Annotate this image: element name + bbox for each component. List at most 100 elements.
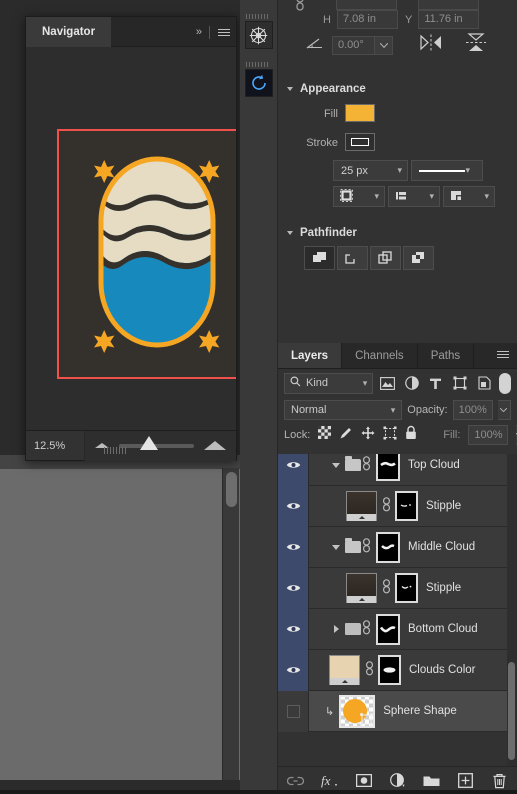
tab-channels[interactable]: Channels	[342, 343, 418, 368]
chevron-down-icon[interactable]	[287, 231, 293, 235]
navigator-preview[interactable]	[26, 47, 236, 430]
tab-paths[interactable]: Paths	[418, 343, 475, 368]
table-row[interactable]: Clouds Color	[278, 649, 517, 691]
table-row[interactable]: ↳ Sphere Shape	[278, 690, 517, 732]
layer-visibility-toggle[interactable]	[278, 608, 309, 650]
stroke-color-swatch[interactable]	[345, 133, 375, 151]
flip-vertical-icon[interactable]	[464, 32, 488, 58]
table-row[interactable]: Middle Cloud	[278, 526, 517, 568]
stroke-align-select[interactable]: ▾	[333, 186, 385, 207]
table-row[interactable]: Stipple	[278, 485, 517, 527]
angle-dropdown-icon[interactable]	[375, 36, 393, 55]
document-scroll-thumb[interactable]	[226, 472, 237, 507]
delete-layer-icon[interactable]	[491, 772, 509, 790]
angle-field[interactable]: 0.00°	[332, 36, 375, 55]
stroke-corner-select[interactable]: ▾	[443, 186, 495, 207]
opacity-stepper-icon[interactable]	[497, 400, 511, 420]
link-chain-icon[interactable]	[361, 538, 371, 556]
layer-mask-thumbnail[interactable]	[378, 655, 401, 685]
new-adjustment-layer-icon[interactable]	[389, 772, 407, 790]
fill-color-swatch[interactable]	[345, 104, 375, 122]
stroke-style-select[interactable]: ▾	[411, 160, 483, 181]
layer-name[interactable]: Top Cloud	[408, 459, 460, 471]
lock-position-icon[interactable]	[361, 426, 375, 445]
x-field[interactable]	[418, 0, 479, 10]
layers-list[interactable]: Top Cloud Stipple Middle Cloud Stipple B…	[278, 454, 517, 767]
stroke-caps-select[interactable]: ▾	[388, 186, 440, 207]
pixel-layer-filter-icon[interactable]	[378, 373, 397, 393]
lock-image-pixels-icon[interactable]	[339, 426, 353, 445]
table-row[interactable]: Stipple	[278, 567, 517, 609]
new-group-icon[interactable]	[423, 772, 441, 790]
layer-name[interactable]: Middle Cloud	[408, 541, 475, 553]
lock-artboard-nesting-icon[interactable]	[383, 426, 397, 445]
layer-name[interactable]: Stipple	[426, 582, 461, 594]
unite-icon[interactable]	[304, 246, 335, 270]
layer-mask-thumbnail[interactable]	[376, 454, 400, 481]
lock-all-icon[interactable]	[405, 425, 417, 445]
stroke-width-select[interactable]: 25 px ▾	[333, 160, 408, 181]
link-chain-icon[interactable]	[381, 579, 391, 597]
layer-visibility-toggle[interactable]	[278, 567, 309, 609]
layer-name[interactable]: Bottom Cloud	[408, 623, 478, 635]
height-field[interactable]: 7.08 in	[336, 10, 398, 29]
tab-navigator[interactable]: Navigator	[26, 17, 112, 47]
type-layer-filter-icon[interactable]	[426, 373, 445, 393]
large-mountain-icon[interactable]	[204, 441, 226, 450]
layer-visibility-toggle[interactable]	[278, 690, 309, 732]
disclosure-triangle-icon[interactable]	[327, 544, 345, 550]
tab-layers[interactable]: Layers	[278, 343, 343, 368]
layer-thumbnail[interactable]	[346, 491, 377, 521]
filter-enable-toggle[interactable]	[498, 372, 512, 394]
hamburger-menu-icon[interactable]	[497, 351, 509, 358]
fill-field[interactable]: 100%	[468, 425, 509, 445]
shape-layer-filter-icon[interactable]	[450, 373, 469, 393]
ship-wheel-icon[interactable]	[244, 21, 273, 49]
new-layer-icon[interactable]	[457, 772, 475, 790]
subtract-front-icon[interactable]	[337, 246, 368, 270]
blue-circular-arrow-icon[interactable]	[244, 69, 273, 97]
table-row[interactable]: Bottom Cloud	[278, 608, 517, 650]
layer-visibility-toggle[interactable]	[278, 485, 309, 527]
document-vertical-scrollbar[interactable]	[222, 468, 239, 794]
width-field[interactable]	[336, 0, 397, 10]
appearance-section-header[interactable]: Appearance	[278, 78, 517, 100]
blend-mode-select[interactable]: Normal ▾	[284, 400, 403, 420]
link-chain-icon[interactable]	[381, 497, 391, 515]
link-chain-icon[interactable]	[361, 456, 371, 474]
layers-vertical-scrollbar[interactable]	[507, 454, 517, 767]
panel-grip-handle[interactable]	[104, 447, 144, 454]
layer-thumbnail[interactable]	[346, 573, 377, 603]
layer-name[interactable]: Sphere Shape	[383, 705, 457, 717]
dock-grip[interactable]	[245, 62, 272, 67]
layer-visibility-toggle[interactable]	[278, 454, 309, 486]
table-row[interactable]: Top Cloud	[278, 454, 517, 486]
layers-scroll-thumb[interactable]	[508, 662, 515, 760]
disclosure-triangle-icon[interactable]	[327, 462, 345, 468]
chevron-down-icon[interactable]	[287, 87, 293, 91]
navigator-zoom-value[interactable]: 12.5%	[26, 440, 84, 452]
adjustment-layer-filter-icon[interactable]	[402, 373, 421, 393]
layer-mask-thumbnail[interactable]	[376, 613, 400, 645]
navigator-view-box[interactable]	[57, 129, 236, 379]
flip-horizontal-icon[interactable]	[419, 34, 443, 56]
layer-mask-thumbnail[interactable]	[395, 573, 418, 603]
link-chain-icon[interactable]	[294, 0, 306, 17]
dock-grip[interactable]	[245, 14, 272, 19]
y-field[interactable]: 11.76 in	[418, 10, 480, 29]
intersect-icon[interactable]	[370, 246, 401, 270]
disclosure-triangle-icon[interactable]	[327, 625, 345, 633]
hamburger-menu-icon[interactable]	[218, 28, 230, 36]
link-layers-icon[interactable]	[287, 772, 305, 790]
layer-name[interactable]: Stipple	[426, 500, 461, 512]
opacity-field[interactable]: 100%	[452, 400, 493, 420]
layer-thumbnail[interactable]	[339, 694, 376, 728]
layer-mask-thumbnail[interactable]	[395, 491, 418, 521]
add-layer-mask-icon[interactable]	[355, 772, 373, 790]
chevron-double-right-icon[interactable]: »	[196, 26, 202, 38]
smart-object-filter-icon[interactable]	[475, 373, 494, 393]
layer-thumbnail[interactable]	[329, 655, 360, 685]
layer-mask-thumbnail[interactable]	[376, 531, 400, 563]
layer-visibility-toggle[interactable]	[278, 526, 309, 568]
exclude-overlap-icon[interactable]	[403, 246, 434, 270]
